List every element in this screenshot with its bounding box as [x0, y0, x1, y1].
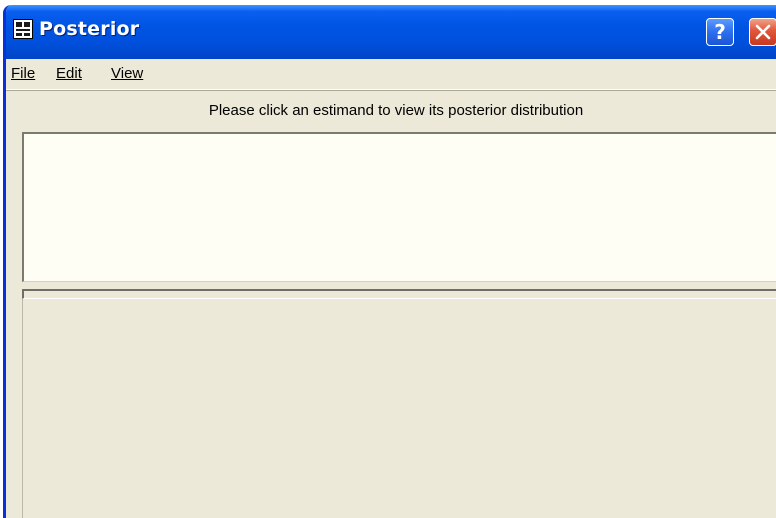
help-icon: ?	[714, 20, 726, 44]
close-button[interactable]	[749, 18, 776, 46]
menu-bar: File Edit View	[6, 59, 776, 90]
posterior-plot-area	[22, 299, 776, 518]
title-bar[interactable]: Posterior ?	[6, 5, 776, 59]
menu-view[interactable]: View	[111, 65, 143, 82]
posterior-window: Posterior ? File Edit View Please click …	[3, 5, 776, 518]
help-button[interactable]: ?	[706, 18, 734, 46]
menu-separator	[6, 90, 776, 91]
close-icon	[755, 24, 771, 40]
menu-edit[interactable]: Edit	[56, 65, 82, 82]
pane-splitter[interactable]	[22, 289, 776, 299]
window-title: Posterior	[39, 18, 140, 40]
instruction-label: Please click an estimand to view its pos…	[208, 102, 584, 119]
estimand-list[interactable]	[22, 132, 776, 282]
window-app-icon[interactable]	[13, 19, 33, 39]
menu-file[interactable]: File	[11, 65, 35, 82]
